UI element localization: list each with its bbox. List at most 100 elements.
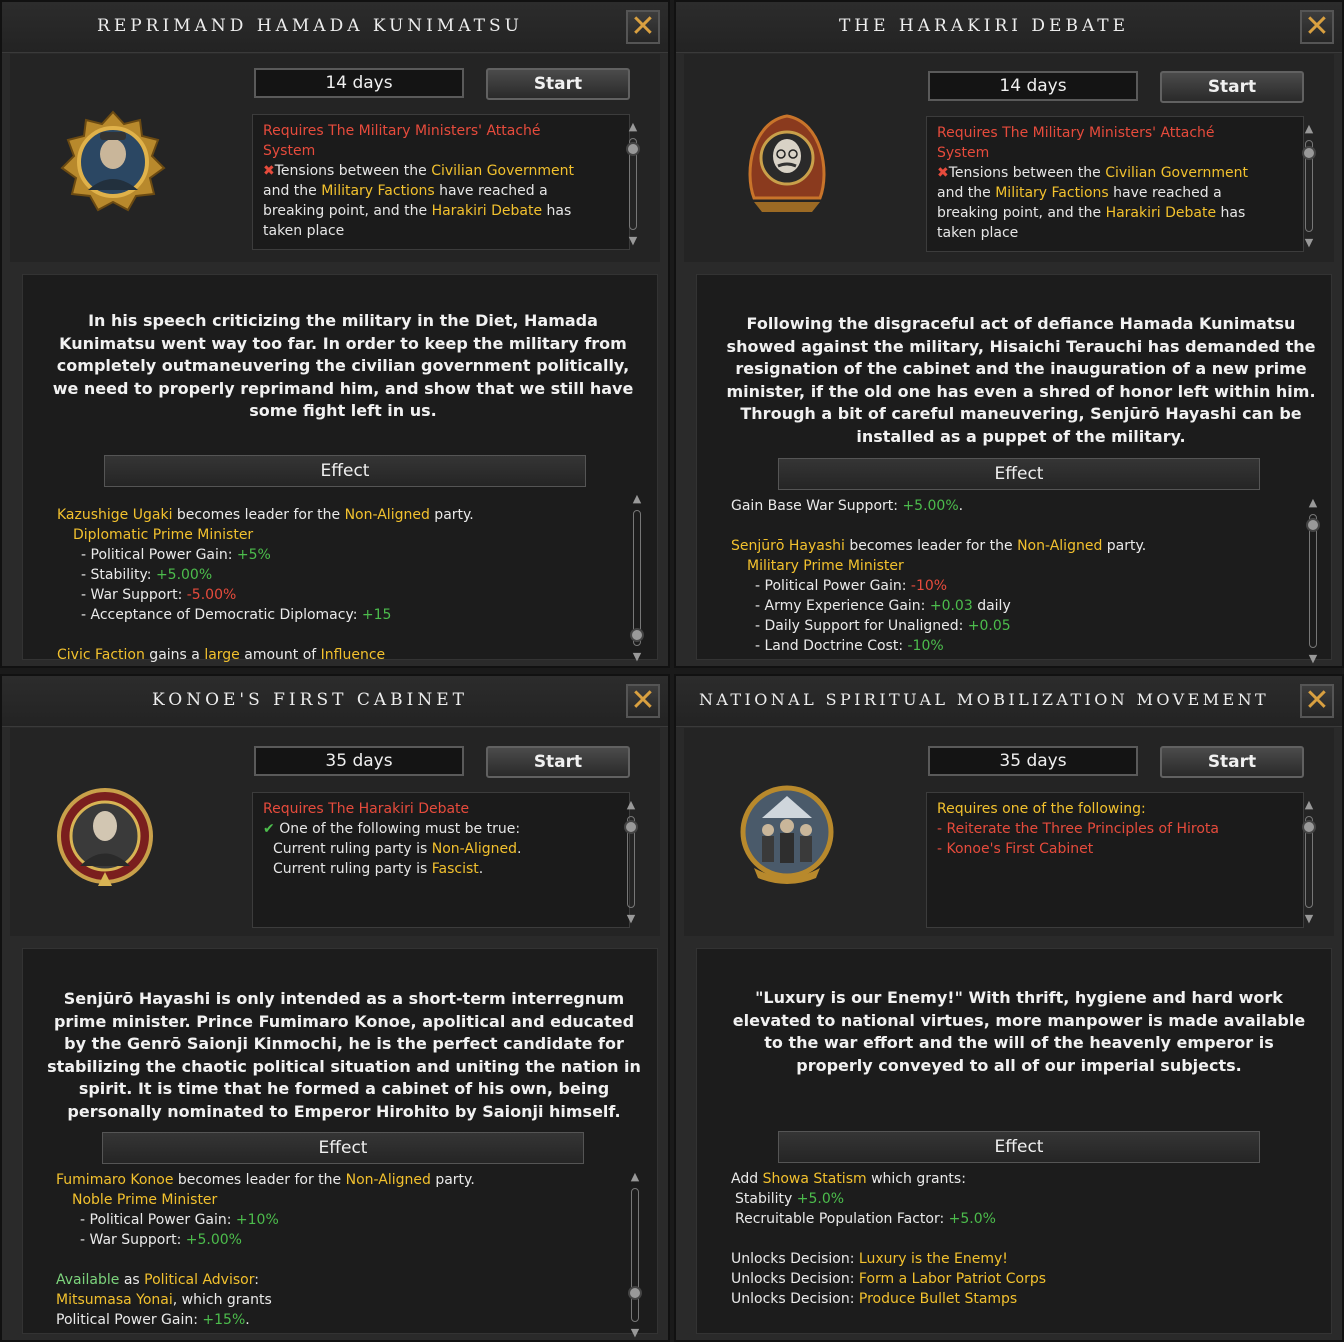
close-button[interactable]: ✕ (1300, 10, 1334, 44)
effect-header: Effect (778, 1131, 1260, 1163)
requirement-text: has (1216, 205, 1246, 221)
party-name: Non-Aligned (1017, 538, 1103, 554)
requirement-text: has (542, 203, 572, 219)
scroll-up-icon[interactable]: ▲ (1306, 496, 1320, 510)
requirement-text: Tensions between the (948, 165, 1106, 181)
requirements-scrollbar[interactable]: ▲ ▼ (1302, 798, 1316, 926)
requirements-scrollbar[interactable]: ▲ ▼ (1302, 122, 1316, 250)
start-button[interactable]: Start (486, 68, 630, 100)
availability-label: Available (56, 1272, 120, 1288)
effect-keyword: Influence (320, 647, 386, 663)
scroll-thumb[interactable] (1302, 820, 1316, 834)
decision-panel-konoe-cabinet: Konoe's First Cabinet ✕ 35 days Start Re… (0, 674, 670, 1342)
modifier-value: +5.00% (185, 1232, 242, 1248)
requirement-text: have reached a (1108, 185, 1222, 201)
modifier-value: +15% (202, 1312, 246, 1328)
decision-title: Reprimand Hamada Kunimatsu (97, 16, 523, 36)
scroll-up-icon[interactable]: ▲ (1302, 798, 1316, 812)
modifier-label: - Daily Support for Unaligned: (755, 618, 968, 634)
effect-text: becomes leader for the (172, 507, 345, 523)
start-button[interactable]: Start (1160, 746, 1304, 778)
effect-text: Add (731, 1171, 763, 1187)
officer-portrait-icon (57, 788, 153, 886)
scroll-up-icon[interactable]: ▲ (626, 120, 640, 134)
modifier-value: +5.0% (948, 1211, 996, 1227)
decision-panel-harakiri-debate: The Harakiri Debate ✕ 14 days Start Requ… (674, 0, 1344, 668)
close-button[interactable]: ✕ (1300, 684, 1334, 718)
leader-name: Fumimaro Konoe (56, 1172, 174, 1188)
scroll-thumb[interactable] (1302, 146, 1316, 160)
start-button[interactable]: Start (486, 746, 630, 778)
effect-keyword: large (204, 647, 240, 663)
modifier-value: +5.00% (155, 567, 213, 583)
scroll-down-icon[interactable]: ▼ (1306, 652, 1320, 666)
requirements-box: Requires The Harakiri Debate ✔ One of th… (252, 792, 630, 928)
scroll-up-icon[interactable]: ▲ (1302, 122, 1316, 136)
effects-list: Add Showa Statism which grants: Stabilit… (731, 1169, 1291, 1309)
trait-name: Diplomatic Prime Minister (73, 527, 254, 543)
effects-list: Gain Base War Support: +5.00%. Senjūrō H… (731, 496, 1291, 656)
modifier-label: - Political Power Gain: (755, 578, 911, 594)
decision-title: The Harakiri Debate (838, 16, 1130, 36)
requirements-scrollbar[interactable]: ▲ ▼ (624, 798, 638, 926)
duration-label: 14 days (928, 71, 1138, 101)
modifier-label: Stability (735, 1191, 797, 1207)
effect-text: Unlocks Decision: (731, 1291, 859, 1307)
requirement-line: System (263, 143, 316, 159)
effects-scrollbar[interactable]: ▲ ▼ (628, 1170, 642, 1340)
start-button[interactable]: Start (1160, 71, 1304, 103)
close-button[interactable]: ✕ (626, 684, 660, 718)
effect-header: Effect (104, 455, 586, 487)
scroll-down-icon[interactable]: ▼ (626, 234, 640, 248)
requirements-scrollbar[interactable]: ▲ ▼ (626, 120, 640, 248)
effect-header: Effect (102, 1132, 584, 1164)
scroll-up-icon[interactable]: ▲ (630, 492, 644, 506)
effect-text: becomes leader for the (173, 1172, 346, 1188)
modifier-value: +5.0% (796, 1191, 845, 1207)
trait-name: Military Prime Minister (747, 558, 904, 574)
requirement-line: Requires The Military Ministers' Attaché (263, 123, 541, 139)
modifier-value: +5.00% (902, 498, 959, 514)
modifier-label: - Acceptance of Democratic Diplomacy: (81, 607, 362, 623)
scroll-thumb[interactable] (624, 820, 638, 834)
requirement-line: - Konoe's First Cabinet (937, 841, 1094, 857)
party-name: Non-Aligned (344, 507, 430, 523)
effect-keyword: Political Advisor (144, 1272, 255, 1288)
modifier-value: -10% (907, 638, 944, 654)
requirement-keyword: Civilian Government (1105, 165, 1249, 181)
decision-description: Senjūrō Hayashi is only intended as a sh… (47, 989, 641, 1121)
close-button[interactable]: ✕ (626, 10, 660, 44)
scroll-down-icon[interactable]: ▼ (628, 1326, 642, 1340)
modifier-value: +5% (236, 547, 271, 563)
title-bar: Konoe's First Cabinet ✕ (2, 676, 668, 727)
effects-scrollbar[interactable]: ▲ ▼ (1306, 496, 1320, 666)
modifier-value: +0.05 (967, 618, 1011, 634)
title-bar: The Harakiri Debate ✕ (676, 2, 1342, 53)
scroll-down-icon[interactable]: ▼ (624, 912, 638, 926)
scroll-thumb[interactable] (626, 142, 640, 156)
effects-list: Kazushige Ugaki becomes leader for the N… (57, 505, 617, 665)
scroll-down-icon[interactable]: ▼ (1302, 912, 1316, 926)
effect-text: , which grants (172, 1292, 272, 1308)
general-portrait-icon (60, 110, 166, 212)
requirement-keyword: Military Factions (321, 183, 435, 199)
scroll-up-icon[interactable]: ▲ (624, 798, 638, 812)
scroll-thumb[interactable] (628, 1286, 642, 1300)
effect-text: which grants: (866, 1171, 966, 1187)
modifier-value: +15 (361, 607, 392, 623)
modifier-value: -10% (910, 578, 948, 594)
requirement-keyword: Harakiri Debate (431, 203, 543, 219)
effects-scrollbar[interactable]: ▲ ▼ (630, 492, 644, 664)
scroll-thumb[interactable] (1306, 518, 1320, 532)
scroll-thumb[interactable] (630, 628, 644, 642)
scroll-down-icon[interactable]: ▼ (630, 650, 644, 664)
effects-list: Fumimaro Konoe becomes leader for the No… (56, 1170, 616, 1330)
effect-text: amount of (239, 647, 321, 663)
modifier-label: - Political Power Gain: (81, 547, 237, 563)
modifier-label: Recruitable Population Factor: (735, 1211, 949, 1227)
scroll-down-icon[interactable]: ▼ (1302, 236, 1316, 250)
modifier-label: - War Support: (81, 587, 187, 603)
requirement-keyword: Harakiri Debate (1105, 205, 1217, 221)
scroll-up-icon[interactable]: ▲ (628, 1170, 642, 1184)
requirement-line: Requires The Military Ministers' Attaché (937, 125, 1215, 141)
